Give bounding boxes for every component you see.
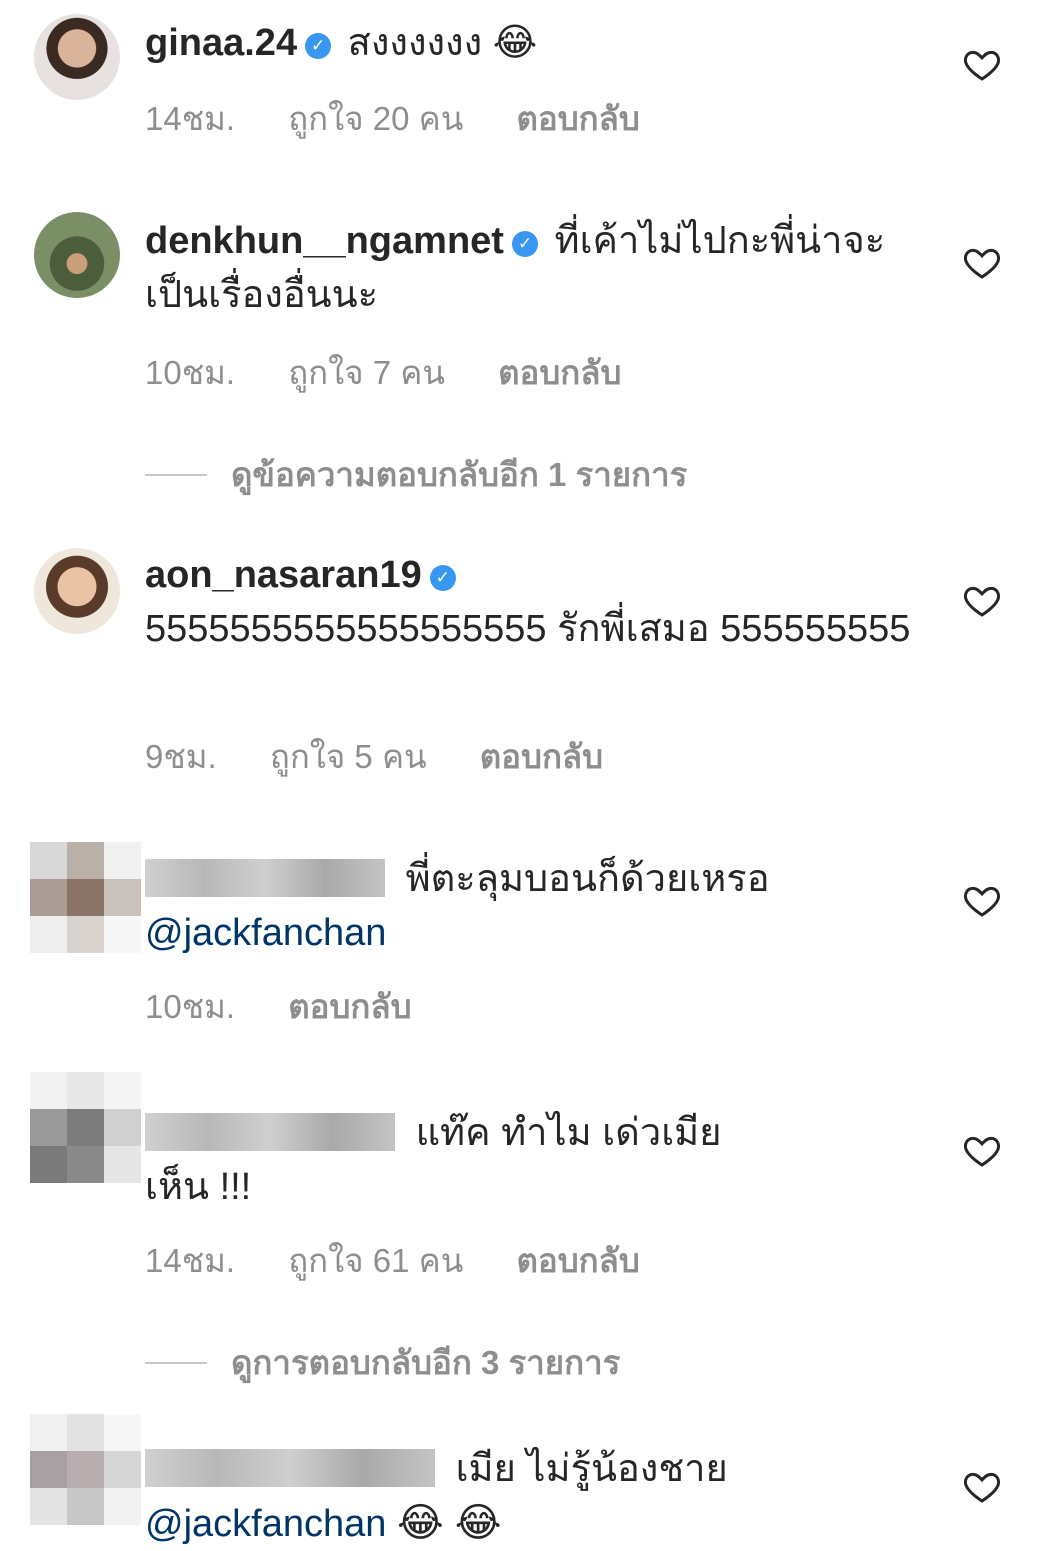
avatar-blurred[interactable] xyxy=(30,842,141,953)
comment-body: ginaa.24 ✓ สงงงงงง 😂 xyxy=(145,16,925,70)
reply-button[interactable]: ตอบกลับ xyxy=(516,1242,639,1279)
avatar-blurred[interactable] xyxy=(30,1072,141,1183)
reply-button[interactable]: ตอบกลับ xyxy=(288,988,411,1025)
comment-text: พี่ตะลุมบอนก็ด้วยเหรอ xyxy=(405,858,770,900)
avatar-blurred[interactable] xyxy=(30,1414,141,1525)
heart-outline-icon[interactable] xyxy=(962,1466,1002,1506)
username-redacted[interactable] xyxy=(145,1449,435,1487)
comment-username[interactable]: denkhun__ngamnet xyxy=(145,220,504,262)
comment-time: 10ชม. xyxy=(145,988,236,1025)
avatar[interactable] xyxy=(34,212,120,298)
divider xyxy=(145,1361,207,1364)
username-redacted[interactable] xyxy=(145,859,385,897)
comment-body: denkhun__ngamnet ✓ ที่เค้าไม่ไปกะพี่น่าจะ… xyxy=(145,214,925,322)
comment-meta: 14ชม. ถูกใจ 61 คน ตอบกลับ xyxy=(145,1234,684,1287)
reply-button[interactable]: ตอบกลับ xyxy=(480,738,603,775)
comment-meta: 10ชม. ถูกใจ 7 คน ตอบกลับ xyxy=(145,346,665,399)
heart-outline-icon[interactable] xyxy=(962,44,1002,84)
comment-text: 5555555555555555555 รักพี่เสมอ 555555555 xyxy=(145,608,911,650)
comment-body: aon_nasaran19 ✓ 5555555555555555555 รักพี… xyxy=(145,548,925,656)
laughing-emoji: 😂 😂 xyxy=(396,1501,502,1545)
comment-body: เมีย ไม่รู้น้องชาย @jackfanchan 😂 😂 xyxy=(145,1442,925,1551)
heart-outline-icon[interactable] xyxy=(962,880,1002,920)
comment-username[interactable]: ginaa.24 xyxy=(145,22,297,64)
comment-time: 14ชม. xyxy=(145,1242,236,1279)
heart-outline-icon[interactable] xyxy=(962,242,1002,282)
view-replies-button[interactable]: ดูการตอบกลับอีก 3 รายการ xyxy=(145,1336,620,1389)
comment-text-continued: เห็น !!! xyxy=(145,1166,252,1208)
comment-likes[interactable]: ถูกใจ 7 คน xyxy=(288,354,445,391)
comment-text: สงงงงงง 😂 xyxy=(347,22,538,64)
comment-time: 10ชม. xyxy=(145,354,236,391)
reply-button[interactable]: ตอบกลับ xyxy=(516,100,639,137)
comment-likes[interactable]: ถูกใจ 20 คน xyxy=(288,100,463,137)
username-redacted[interactable] xyxy=(145,1113,395,1151)
comment-body: พี่ตะลุมบอนก็ด้วยเหรอ @jackfanchan xyxy=(145,852,925,960)
comment-meta: 14ชม. ถูกใจ 20 คน ตอบกลับ xyxy=(145,92,684,145)
comment-time: 9ชม. xyxy=(145,738,217,775)
verified-badge-icon: ✓ xyxy=(511,231,538,257)
comment-text: แท๊ค ทำไม เด่วเมีย xyxy=(415,1112,722,1154)
view-replies-label: ดูการตอบกลับอีก 3 รายการ xyxy=(231,1344,621,1381)
comment-body: แท๊ค ทำไม เด่วเมีย เห็น !!! xyxy=(145,1106,925,1214)
verified-badge-icon: ✓ xyxy=(305,33,332,59)
avatar[interactable] xyxy=(34,548,120,634)
mention-link[interactable]: @jackfanchan xyxy=(145,912,386,954)
view-replies-label: ดูข้อความตอบกลับอีก 1 รายการ xyxy=(231,456,688,493)
comment-meta: 10ชม. ตอบกลับ xyxy=(145,980,456,1033)
verified-badge-icon: ✓ xyxy=(429,565,456,591)
divider xyxy=(145,473,207,476)
comment-likes[interactable]: ถูกใจ 5 คน xyxy=(270,738,427,775)
comment-username[interactable]: aon_nasaran19 xyxy=(145,554,422,596)
comment-time: 14ชม. xyxy=(145,100,236,137)
heart-outline-icon[interactable] xyxy=(962,580,1002,620)
comment-meta: 9ชม. ถูกใจ 5 คน ตอบกลับ xyxy=(145,730,647,783)
comment-likes[interactable]: ถูกใจ 61 คน xyxy=(288,1242,463,1279)
heart-outline-icon[interactable] xyxy=(962,1130,1002,1170)
avatar[interactable] xyxy=(34,14,120,100)
comment-text: เมีย ไม่รู้น้องชาย xyxy=(455,1448,728,1490)
mention-link[interactable]: @jackfanchan xyxy=(145,1503,386,1545)
reply-button[interactable]: ตอบกลับ xyxy=(498,354,621,391)
view-replies-button[interactable]: ดูข้อความตอบกลับอีก 1 รายการ xyxy=(145,448,687,501)
